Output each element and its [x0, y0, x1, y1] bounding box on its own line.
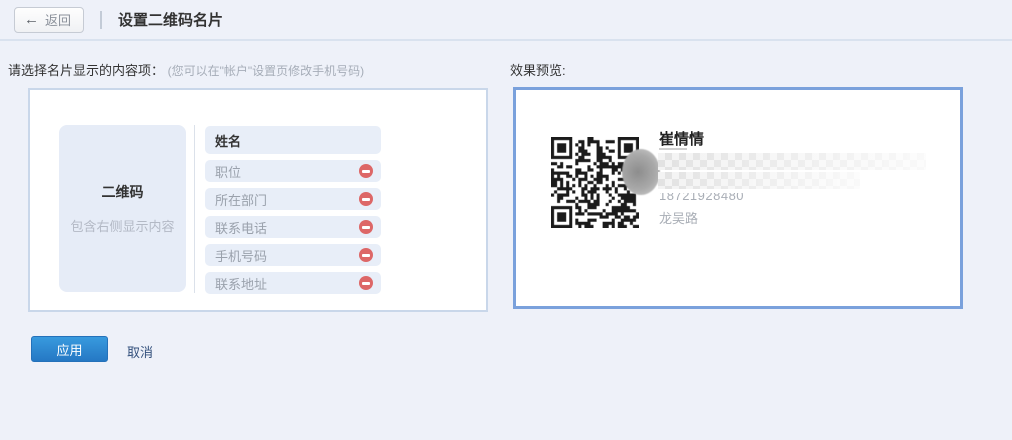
- title-divider: [100, 11, 102, 29]
- redacted-row: [658, 172, 860, 189]
- back-button[interactable]: ← 返回: [14, 7, 84, 33]
- content-items-label: 请选择名片显示的内容项： (您可以在"帐户"设置页修改手机号码): [8, 60, 364, 79]
- field-label: 手机号码: [215, 246, 267, 265]
- apply-button[interactable]: 应用: [31, 336, 108, 362]
- blurred-avatar: [622, 149, 660, 195]
- field-row: 联系地址: [205, 272, 381, 294]
- remove-icon[interactable]: [359, 220, 373, 234]
- field-row: 联系电话: [205, 216, 381, 238]
- field-row: 姓名: [205, 126, 381, 154]
- remove-icon[interactable]: [359, 276, 373, 290]
- field-list: 姓名职位所在部门联系电话手机号码联系地址: [205, 126, 381, 294]
- field-label: 职位: [215, 162, 241, 181]
- field-label: 联系电话: [215, 218, 267, 237]
- vertical-divider: [194, 125, 195, 293]
- field-label: 所在部门: [215, 190, 267, 209]
- back-button-label: 返回: [45, 10, 71, 29]
- qr-box-subtitle: 包含右侧显示内容: [70, 216, 174, 235]
- qr-placeholder-box: 二维码 包含右侧显示内容: [59, 125, 186, 292]
- remove-icon[interactable]: [359, 248, 373, 262]
- preview-phone: 18721928480: [659, 193, 744, 205]
- field-row: 所在部门: [205, 188, 381, 210]
- field-label: 姓名: [215, 131, 241, 150]
- content-items-label-text: 请选择名片显示的内容项：: [8, 63, 164, 78]
- content-items-panel: 二维码 包含右侧显示内容 姓名职位所在部门联系电话手机号码联系地址: [28, 88, 488, 312]
- preview-panel: 崔情情 18721928480 龙吴路: [513, 87, 963, 309]
- phone-edit-hint: (您可以在"帐户"设置页修改手机号码): [168, 64, 365, 78]
- redacted-row: [658, 153, 926, 170]
- arrow-left-icon: ←: [24, 12, 39, 27]
- preview-label: 效果预览:: [510, 60, 566, 79]
- remove-icon[interactable]: [359, 164, 373, 178]
- qr-card-settings-page: ← 返回 设置二维码名片 请选择名片显示的内容项： (您可以在"帐户"设置页修改…: [0, 0, 1012, 440]
- qr-box-title: 二维码: [102, 182, 144, 202]
- field-label: 联系地址: [215, 274, 267, 293]
- preview-address: 龙吴路: [659, 208, 698, 227]
- topbar: ← 返回 设置二维码名片: [0, 0, 1012, 41]
- preview-name: 崔情情: [659, 128, 704, 149]
- remove-icon[interactable]: [359, 192, 373, 206]
- cancel-link[interactable]: 取消: [127, 342, 153, 361]
- page-title: 设置二维码名片: [118, 9, 223, 30]
- field-row: 手机号码: [205, 244, 381, 266]
- field-row: 职位: [205, 160, 381, 182]
- redacted-bar: [659, 148, 687, 150]
